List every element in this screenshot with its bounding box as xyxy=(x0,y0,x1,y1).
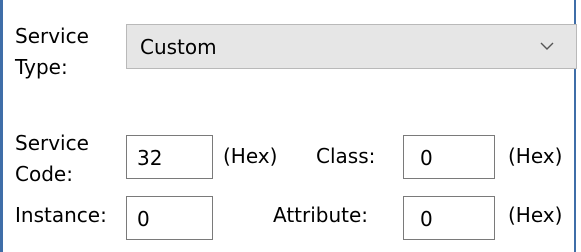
service-type-dropdown[interactable]: Custom xyxy=(126,24,577,69)
attribute-input[interactable]: 0 xyxy=(403,196,495,240)
attribute-label: Attribute: xyxy=(273,203,369,227)
class-unit: (Hex) xyxy=(508,144,563,168)
instance-input[interactable]: 0 xyxy=(126,196,213,240)
chevron-down-icon xyxy=(540,42,554,50)
class-label: Class: xyxy=(316,144,376,168)
attribute-unit: (Hex) xyxy=(508,203,563,227)
service-code-label-line2: Code: xyxy=(15,162,73,186)
service-type-label-line1: Service xyxy=(15,24,89,48)
instance-value: 0 xyxy=(137,207,150,231)
instance-label: Instance: xyxy=(15,203,107,227)
class-input[interactable]: 0 xyxy=(403,135,495,179)
service-type-selected-value: Custom xyxy=(140,35,217,59)
service-code-value: 32 xyxy=(137,146,163,170)
service-code-unit: (Hex) xyxy=(223,144,278,168)
service-code-label-line1: Service xyxy=(15,131,89,155)
attribute-value: 0 xyxy=(420,207,433,231)
service-code-input[interactable]: 32 xyxy=(126,135,213,179)
class-value: 0 xyxy=(420,146,433,170)
service-type-label-line2: Type: xyxy=(15,55,68,79)
service-parameters-panel: Service Type: Custom Service Code: 32 (H… xyxy=(0,0,577,252)
